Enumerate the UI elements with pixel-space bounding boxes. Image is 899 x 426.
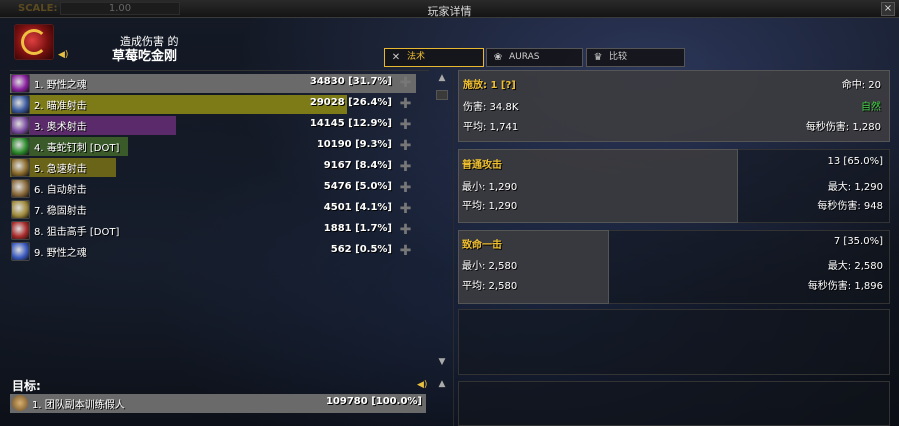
crit-dps: 每秒伤害: 1,896 — [807, 281, 883, 292]
scroll-down-icon[interactable]: ▼ — [434, 356, 450, 368]
expand-plus-icon[interactable]: ✚ — [397, 96, 414, 113]
spell-icon — [11, 200, 30, 219]
close-button[interactable]: × — [881, 2, 895, 16]
normal-min: 最小: 1,290 — [462, 182, 518, 193]
spell-name: 9. 野性之魂 — [34, 248, 87, 259]
spell-name: 1. 野性之魂 — [34, 80, 87, 91]
crit-average: 平均: 2,580 — [462, 281, 518, 292]
spell-row[interactable]: 1. 野性之魂 34830 [31.7%] ✚ — [10, 73, 416, 94]
spell-row[interactable]: 3. 奥术射击 14145 [12.9%] ✚ — [10, 115, 416, 136]
spell-name: 6. 自动射击 — [34, 185, 87, 196]
spell-icon — [11, 116, 30, 135]
tab-label: 比较 — [609, 52, 628, 62]
scroll-thumb[interactable] — [436, 90, 448, 100]
expand-plus-icon[interactable]: ✚ — [397, 75, 414, 92]
average-value: 平均: 1,741 — [463, 122, 519, 133]
normal-dps: 每秒伤害: 948 — [817, 201, 883, 212]
spell-icon — [11, 242, 30, 261]
spell-icon — [11, 158, 30, 177]
spell-scrollbar[interactable]: ▲ ▼ — [434, 72, 450, 368]
normal-average: 平均: 1,290 — [462, 201, 518, 212]
crit-title: 致命一击 — [462, 240, 502, 251]
paw-icon: ❀ — [493, 52, 503, 63]
empty-panel — [458, 381, 890, 426]
panel-divider — [453, 70, 454, 426]
crit-min: 最小: 2,580 — [462, 261, 518, 272]
school-value: 自然 — [861, 102, 881, 113]
spell-value: 4501 [4.1%] — [323, 202, 392, 213]
target-heading: 目标: — [12, 379, 41, 393]
spell-name: 5. 急速射击 — [34, 164, 87, 175]
crossed-swords-icon: ✕ — [391, 52, 401, 63]
target-row[interactable]: 1. 团队副本训练假人 109780 [100.0%] — [10, 394, 426, 413]
hits-value: 命中: 20 — [841, 80, 881, 91]
spell-icon — [11, 95, 30, 114]
casts-title: 施放: 1 [?] — [463, 80, 516, 91]
spell-icon — [11, 221, 30, 240]
spell-value: 1881 [1.7%] — [323, 223, 392, 234]
target-value: 109780 [100.0%] — [325, 396, 422, 407]
spell-value: 9167 [8.4%] — [323, 160, 392, 171]
tab-auras[interactable]: ❀ AURAS — [486, 48, 583, 67]
empty-panel — [458, 309, 890, 375]
normal-max: 最大: 1,290 — [827, 182, 883, 193]
spell-row[interactable]: 5. 急速射击 9167 [8.4%] ✚ — [10, 157, 416, 178]
spell-row[interactable]: 8. 狙击高手 [DOT] 1881 [1.7%] ✚ — [10, 220, 416, 241]
dps-value: 每秒伤害: 1,280 — [805, 122, 881, 133]
expand-plus-icon[interactable]: ✚ — [397, 243, 414, 260]
spell-name: 3. 奥术射击 — [34, 122, 87, 133]
expand-plus-icon[interactable]: ✚ — [397, 117, 414, 134]
player-name: 草莓吃金刚 — [112, 49, 178, 64]
scroll-up-icon[interactable]: ▲ — [434, 72, 450, 84]
spell-name: 8. 狙击高手 [DOT] — [34, 227, 120, 238]
damage-value: 伤害: 34.8K — [463, 102, 519, 113]
casts-box: 施放: 1 [?] 命中: 20 伤害: 34.8K 自然 平均: 1,741 … — [458, 70, 890, 142]
target-scrollbar[interactable]: ▲ — [434, 378, 450, 426]
skull-icon — [12, 395, 28, 411]
tab-label: AURAS — [509, 52, 540, 62]
spell-name: 2. 瞄准射击 — [34, 101, 87, 112]
target-name: 1. 团队副本训练假人 — [32, 400, 125, 411]
spell-icon — [11, 74, 30, 93]
tab-compare[interactable]: ♛ 比较 — [586, 48, 685, 67]
spell-row[interactable]: 7. 稳固射击 4501 [4.1%] ✚ — [10, 199, 416, 220]
spell-row[interactable]: 9. 野性之魂 562 [0.5%] ✚ — [10, 241, 416, 262]
spell-value: 14145 [12.9%] — [309, 118, 392, 129]
scroll-up-icon[interactable]: ▲ — [434, 378, 450, 390]
spell-value: 562 [0.5%] — [330, 244, 392, 255]
normal-title: 普通攻击 — [462, 160, 502, 171]
expand-plus-icon[interactable]: ✚ — [397, 180, 414, 197]
spell-row[interactable]: 4. 毒蛇钉刺 [DOT] 10190 [9.3%] ✚ — [10, 136, 416, 157]
spell-value: 34830 [31.7%] — [309, 76, 392, 87]
speaker-icon[interactable]: ◀) — [417, 380, 427, 390]
title-bar[interactable]: SCALE: 1.00 玩家详情 × — [0, 0, 899, 18]
crown-icon: ♛ — [593, 52, 603, 63]
spell-value: 10190 [9.3%] — [316, 139, 392, 150]
tab-spells[interactable]: ✕ 法术 — [384, 48, 484, 67]
spell-value: 29028 [26.4%] — [309, 97, 392, 108]
expand-plus-icon[interactable]: ✚ — [397, 201, 414, 218]
spell-name: 4. 毒蛇钉刺 [DOT] — [34, 143, 120, 154]
spell-name: 7. 稳固射击 — [34, 206, 87, 217]
expand-plus-icon[interactable]: ✚ — [397, 138, 414, 155]
spell-icon — [11, 179, 30, 198]
tab-label: 法术 — [407, 52, 426, 62]
speaker-icon[interactable]: ◀) — [58, 50, 68, 60]
crit-count: 7 [35.0%] — [833, 236, 883, 247]
spell-list: 1. 野性之魂 34830 [31.7%] ✚ 2. 瞄准射击 29028 [26.4%… — [10, 70, 429, 370]
expand-plus-icon[interactable]: ✚ — [397, 222, 414, 239]
spell-row[interactable]: 6. 自动射击 5476 [5.0%] ✚ — [10, 178, 416, 199]
spec-icon — [14, 24, 54, 60]
window-title: 玩家详情 — [427, 5, 472, 18]
normal-count: 13 [65.0%] — [827, 156, 883, 167]
spell-value: 5476 [5.0%] — [323, 181, 392, 192]
expand-plus-icon[interactable]: ✚ — [397, 159, 414, 176]
crit-max: 最大: 2,580 — [827, 261, 883, 272]
spell-row[interactable]: 2. 瞄准射击 29028 [26.4%] ✚ — [10, 94, 416, 115]
spell-icon — [11, 137, 30, 156]
